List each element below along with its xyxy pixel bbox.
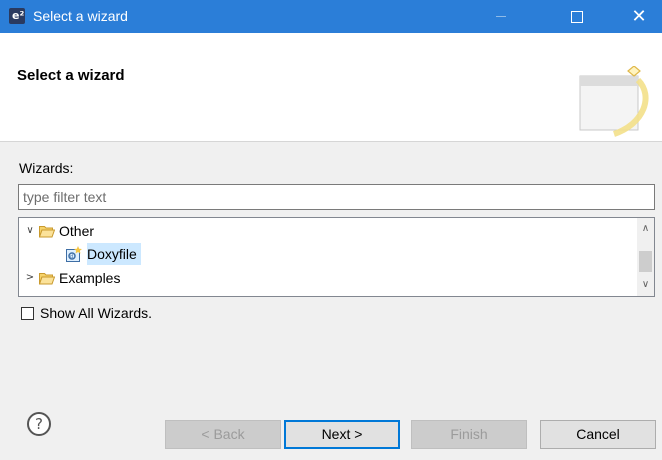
maximize-button[interactable] xyxy=(554,0,600,33)
svg-text:d: d xyxy=(70,254,73,260)
tree-item-doxyfile[interactable]: d Doxyfile xyxy=(65,243,141,265)
cancel-button[interactable]: Cancel xyxy=(540,420,656,449)
app-icon-glyph: e² xyxy=(12,9,25,22)
window-title: Select a wizard xyxy=(33,8,128,24)
wizards-label: Wizards: xyxy=(19,160,74,176)
title-bar[interactable]: e² Select a wizard ✕ xyxy=(0,0,662,33)
divider xyxy=(0,397,662,398)
tree-item-other[interactable]: ∨ Other xyxy=(24,220,94,242)
expand-chevron-icon[interactable]: ∨ xyxy=(24,220,36,242)
finish-button[interactable]: Finish xyxy=(411,420,527,449)
wizard-banner-icon xyxy=(579,66,649,137)
vertical-scrollbar[interactable]: ∧ ∨ xyxy=(637,218,654,296)
folder-open-icon xyxy=(39,225,55,237)
wizard-content: Wizards: ∨ Other d Doxyfile > xyxy=(0,142,662,460)
help-icon[interactable]: ? xyxy=(27,412,51,436)
doxyfile-icon: d xyxy=(66,245,82,262)
scroll-down-icon[interactable]: ∨ xyxy=(637,276,654,293)
folder-open-icon xyxy=(39,272,55,284)
wizard-header: Select a wizard xyxy=(0,33,662,142)
back-button[interactable]: < Back xyxy=(165,420,281,449)
next-button[interactable]: Next > xyxy=(284,420,400,449)
tree-item-examples[interactable]: > Examples xyxy=(24,267,121,289)
show-all-label: Show All Wizards. xyxy=(40,305,153,321)
tree-item-label: Examples xyxy=(59,270,121,286)
wizard-tree[interactable]: ∨ Other d Doxyfile > Examples ∧ ∨ xyxy=(18,217,655,297)
show-all-wizards-option[interactable]: Show All Wizards. xyxy=(21,305,152,321)
scroll-thumb[interactable] xyxy=(639,251,652,272)
expand-chevron-icon[interactable]: > xyxy=(24,267,36,289)
show-all-checkbox[interactable] xyxy=(21,306,34,320)
close-button[interactable]: ✕ xyxy=(616,0,662,33)
filter-input[interactable] xyxy=(18,184,655,210)
tree-item-label: Doxyfile xyxy=(87,243,141,265)
scroll-up-icon[interactable]: ∧ xyxy=(637,220,654,237)
eclipse-app-icon: e² xyxy=(9,8,25,24)
header-title: Select a wizard xyxy=(17,67,125,84)
minimize-icon[interactable] xyxy=(478,0,524,33)
close-icon: ✕ xyxy=(631,6,647,27)
tree-item-label: Other xyxy=(59,223,95,239)
